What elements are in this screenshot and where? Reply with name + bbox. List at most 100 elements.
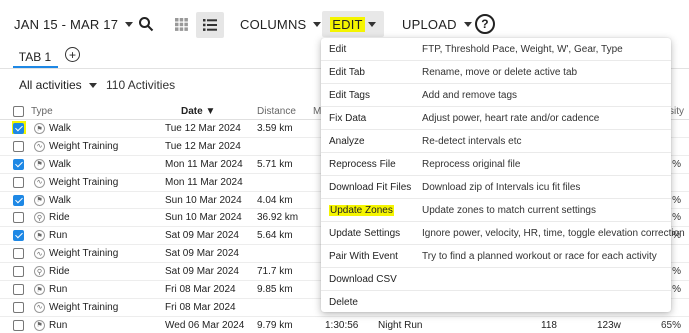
menu-item-update-zones[interactable]: Update Zones Update zones to match curren… [321, 199, 671, 222]
help-icon: ? [481, 17, 489, 31]
column-header-distance[interactable]: Distance [257, 106, 296, 117]
walk-icon: ⚑ [34, 123, 45, 134]
activity-filter-select[interactable]: All activities [19, 78, 97, 92]
chevron-down-icon [463, 21, 472, 27]
row-checkbox[interactable] [13, 319, 24, 331]
row-checkbox[interactable] [13, 230, 24, 242]
row-checkbox[interactable] [13, 176, 24, 188]
row-checkbox[interactable] [13, 140, 24, 152]
menu-item-label-text: Download CSV [329, 274, 397, 285]
activity-intensity: % [672, 158, 681, 170]
activity-date: Mon 11 Mar 2024 [165, 176, 243, 188]
edit-label: EDIT [330, 16, 365, 32]
menu-item-label: Update Zones [329, 205, 394, 216]
menu-item-download-fit-files[interactable]: Download Fit Files Download zip of Interv… [321, 176, 671, 199]
menu-item-edit[interactable]: Edit FTP, Threshold Pace, Weight, W', Gea… [321, 38, 671, 61]
activity-filter-label: All activities [19, 78, 82, 92]
menu-item-delete[interactable]: Delete [321, 291, 671, 314]
chevron-down-icon [88, 82, 97, 88]
menu-item-label-text: Fix Data [329, 113, 367, 124]
column-header-date[interactable]: Date ▼ [181, 106, 215, 117]
weight-training-icon: ∿ [34, 301, 45, 313]
activity-intensity: 65% [660, 319, 681, 331]
weight-training-icon: ∿ [34, 248, 45, 260]
date-range-button[interactable]: JAN 15 - MAR 17 [14, 12, 134, 36]
menu-item-label-text: Reprocess File [329, 159, 396, 170]
walk-icon: ⚑ [34, 194, 45, 206]
menu-item-edit-tags[interactable]: Edit Tags Add and remove tags [321, 84, 671, 107]
menu-item-description: Rename, move or delete active tab [422, 67, 578, 78]
activity-date: Sun 10 Mar 2024 [165, 194, 242, 206]
menu-item-description: FTP, Threshold Pace, Weight, W', Gear, T… [422, 44, 623, 55]
activity-date: Sat 09 Mar 2024 [165, 266, 239, 278]
menu-item-description: Download zip of Intervals icu fit files [422, 182, 581, 193]
chevron-down-icon [367, 21, 376, 27]
edit-button[interactable]: EDIT [322, 11, 384, 37]
activity-date: Sat 09 Mar 2024 [165, 248, 239, 260]
row-checkbox[interactable] [13, 123, 24, 134]
activity-time: 1:30:56 [325, 319, 359, 331]
row-checkbox[interactable] [13, 284, 24, 296]
bike-icon: ⚲ [34, 212, 45, 224]
table-row[interactable]: ⚑ Run Wed 06 Mar 2024 9.79 km 65% 1:30:56 Nigh… [0, 317, 689, 333]
activity-type: Run [49, 284, 68, 296]
activity-date: Fri 08 Mar 2024 [165, 301, 236, 313]
list-view-button[interactable] [196, 12, 224, 38]
activity-distance: 9.79 km [257, 319, 293, 331]
activity-power: 123w [597, 319, 621, 331]
select-all-checkbox[interactable] [13, 106, 24, 117]
help-button[interactable]: ? [475, 14, 495, 34]
edit-dropdown-menu: Edit FTP, Threshold Pace, Weight, W', Gea… [321, 38, 685, 314]
tab-1[interactable]: TAB 1 [14, 46, 56, 68]
activity-date: Fri 08 Mar 2024 [165, 284, 236, 296]
row-checkbox[interactable] [13, 266, 24, 278]
activity-intensity: % [672, 212, 681, 224]
run-icon: ⚑ [34, 319, 45, 331]
activity-type: Ride [49, 212, 70, 224]
upload-button[interactable]: UPLOAD [402, 12, 472, 36]
menu-item-label: Edit Tab [329, 67, 365, 78]
activity-date: Sat 09 Mar 2024 [165, 230, 239, 242]
grid-view-button[interactable] [168, 12, 194, 36]
columns-button[interactable]: COLUMNS [240, 12, 322, 36]
activity-type: Run [49, 230, 68, 242]
run-icon: ⚑ [34, 230, 45, 242]
activity-type: Walk [49, 158, 71, 170]
row-checkbox[interactable] [13, 194, 24, 206]
menu-item-fix-data[interactable]: Fix Data Adjust power, heart rate and/or … [321, 107, 671, 130]
activity-date: Wed 06 Mar 2024 [165, 319, 245, 331]
activity-distance: 36.92 km [257, 212, 299, 224]
menu-item-edit-tab[interactable]: Edit Tab Rename, move or delete active ta… [321, 61, 671, 84]
menu-item-pair-with-event[interactable]: Pair With Event Try to find a planned wor… [321, 245, 671, 268]
menu-item-label-text: Edit [329, 44, 347, 55]
activity-hr: 118 [541, 319, 557, 331]
activity-name: Night Run [378, 319, 423, 331]
menu-item-label: Analyze [329, 136, 365, 147]
weight-training-icon: ∿ [34, 176, 45, 188]
add-tab-button[interactable]: + [65, 47, 80, 62]
menu-item-analyze[interactable]: Analyze Re-detect intervals etc [321, 130, 671, 153]
activity-date: Tue 12 Mar 2024 [165, 140, 241, 152]
menu-item-label: Update Settings [329, 228, 400, 239]
search-button[interactable] [134, 12, 158, 36]
menu-item-update-settings[interactable]: Update Settings Ignore power, velocity, H… [321, 222, 685, 245]
chevron-down-icon [313, 21, 322, 27]
row-checkbox[interactable] [13, 158, 24, 170]
column-header-type[interactable]: Type [31, 106, 53, 117]
menu-item-reprocess-file[interactable]: Reprocess File Reprocess original file [321, 153, 671, 176]
activity-type: Walk [49, 194, 71, 206]
menu-item-download-csv[interactable]: Download CSV [321, 268, 671, 291]
activity-distance: 4.04 km [257, 194, 293, 206]
row-checkbox[interactable] [13, 248, 24, 260]
grid-icon [174, 17, 188, 31]
activity-intensity: % [672, 194, 681, 206]
row-checkbox[interactable] [13, 301, 24, 313]
menu-item-description: Ignore power, velocity, HR, time, toggle… [422, 228, 685, 239]
column-header-intensity[interactable]: sity [669, 106, 684, 117]
menu-item-label-text: Download Fit Files [329, 182, 412, 193]
menu-item-label: Edit Tags [329, 90, 370, 101]
activity-type: Weight Training [49, 301, 119, 313]
activity-distance: 5.71 km [257, 158, 293, 170]
menu-item-description: Try to find a planned workout or race fo… [422, 251, 657, 262]
row-checkbox[interactable] [13, 212, 24, 224]
